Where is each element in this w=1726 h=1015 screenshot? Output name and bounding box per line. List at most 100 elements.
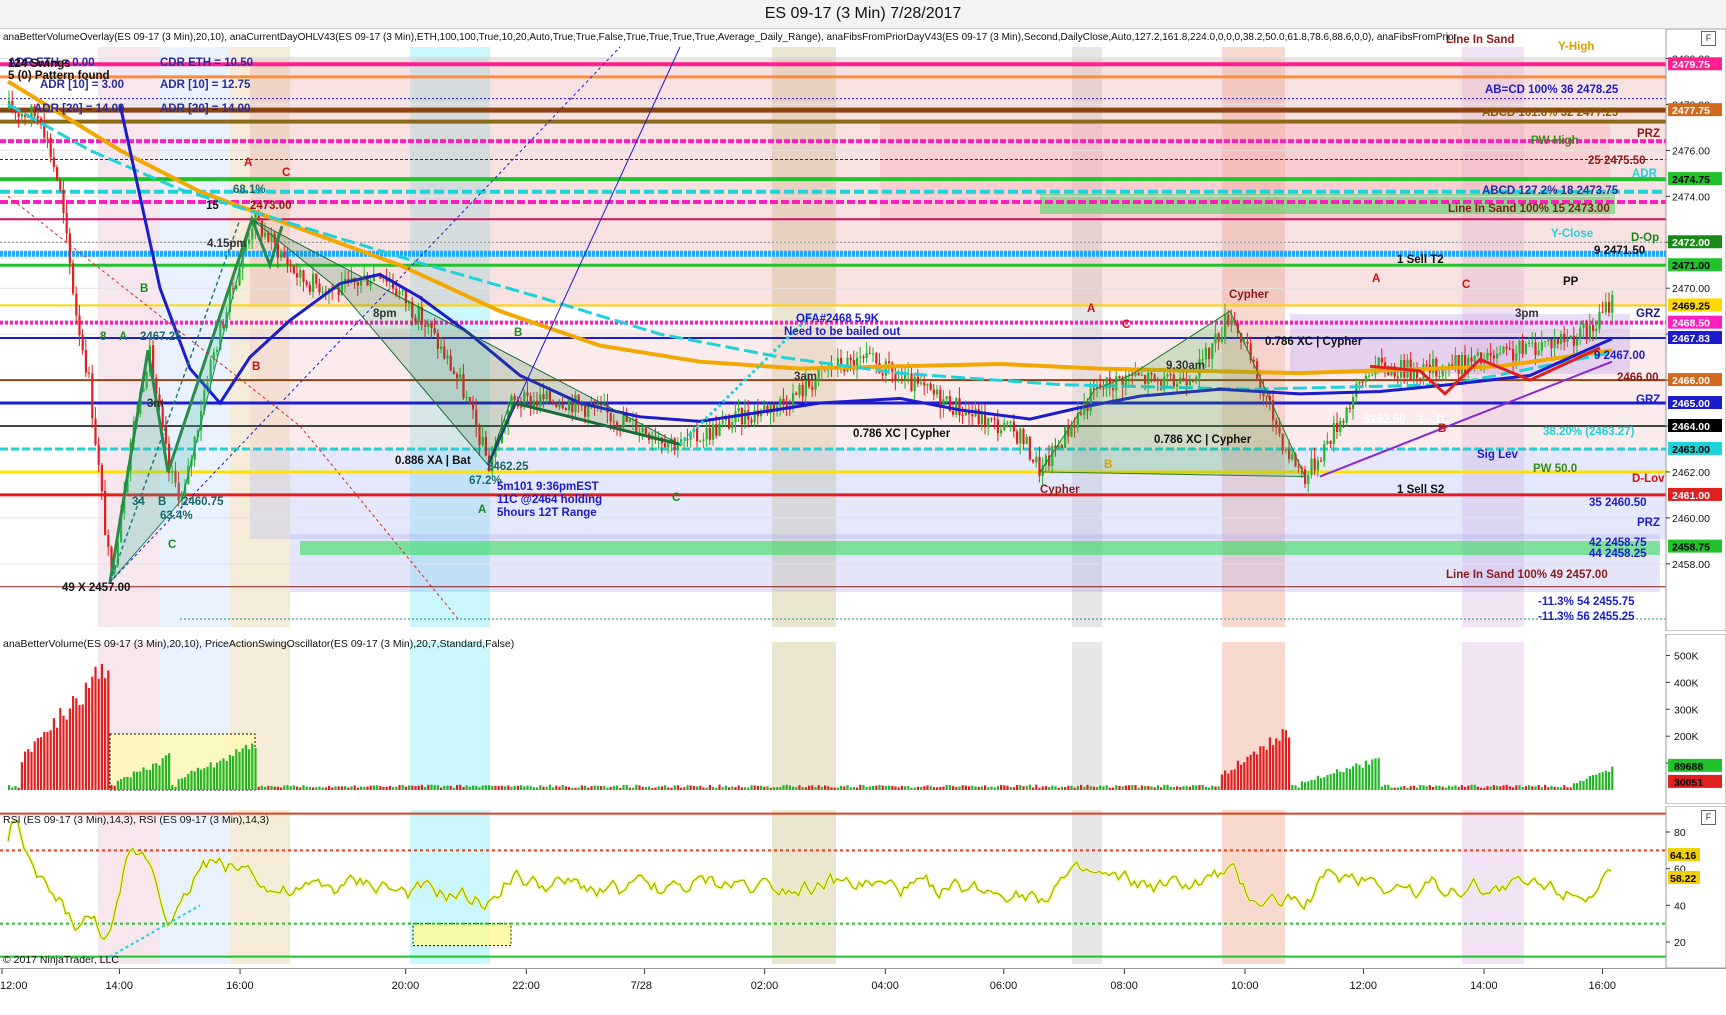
zone-rect <box>300 541 1660 555</box>
volume-bar <box>776 787 779 790</box>
candle-body <box>1368 375 1371 377</box>
volume-bar <box>289 786 292 790</box>
candle-body <box>932 389 935 395</box>
rsi-chart[interactable]: 2040608064.1658.22 <box>0 806 1726 968</box>
volume-bar <box>491 785 494 790</box>
volume-chart[interactable]: 100K200K300K400K500K8968830051 <box>0 634 1726 804</box>
volume-bar <box>488 785 491 790</box>
volume-bar <box>1422 785 1425 790</box>
volume-bar <box>1579 780 1582 790</box>
volume-bar <box>1140 785 1143 790</box>
candle-body <box>1307 474 1310 484</box>
volume-bar <box>110 784 113 790</box>
volume-bar <box>913 787 916 790</box>
volume-bar <box>555 785 558 790</box>
rsi-panel[interactable]: 20 40 60 80 64.16 58.22 RSI (ES 09-17 (3 Min)… <box>0 806 1726 968</box>
volume-bar <box>859 784 862 790</box>
volume-bar <box>532 787 535 790</box>
volume-bar <box>680 787 683 790</box>
volume-bar <box>481 785 484 790</box>
volume-bar <box>158 765 161 790</box>
time-axis-label: 22:00 <box>512 980 540 992</box>
volume-bar <box>1352 766 1355 790</box>
volume-bar <box>1550 785 1553 790</box>
candle-body <box>1585 323 1588 340</box>
chart-annotation: ADR [20] = 14.00 <box>160 103 250 115</box>
price-panel[interactable]: ADR ETH = 0.00 CDR ETH = 10.50 ADR [10] = … <box>0 29 1726 631</box>
volume-bar <box>894 786 897 790</box>
volume-bar <box>120 779 123 790</box>
volume-bar <box>1534 786 1537 790</box>
volume-bar <box>606 787 609 790</box>
rsi-badge-label: 64.16 <box>1670 850 1696 862</box>
price-badge-label: 2463.00 <box>1672 444 1710 456</box>
volume-bar <box>1000 784 1003 790</box>
candle-body <box>1419 378 1422 380</box>
candle-body <box>737 407 740 412</box>
chart-annotation: 49 X 2457.00 <box>62 582 130 594</box>
price-badge-label: 2465.00 <box>1672 398 1710 410</box>
volume-bar <box>964 785 967 790</box>
price-format-button[interactable]: F <box>1701 31 1716 46</box>
volume-bar <box>456 784 459 790</box>
candle-body <box>750 419 753 423</box>
volume-bar <box>1508 786 1511 790</box>
volume-bar <box>36 738 39 790</box>
rsi-axis-label: 80 <box>1674 827 1686 839</box>
volume-bar <box>708 784 711 790</box>
candle-body <box>1371 374 1374 376</box>
volume-bar <box>1560 787 1563 790</box>
candle-body <box>913 376 916 392</box>
volume-bar <box>155 763 158 790</box>
volume-bar <box>1403 786 1406 790</box>
chart-annotation: C <box>672 492 680 504</box>
volume-bar <box>1339 771 1342 790</box>
chart-annotation: 34 <box>132 496 145 508</box>
volume-bar <box>801 787 804 790</box>
volume-bar <box>808 785 811 790</box>
candle-body <box>1310 458 1313 475</box>
volume-bar <box>641 786 644 790</box>
candle-body <box>1352 396 1355 409</box>
volume-bar <box>670 787 673 790</box>
candle-body <box>1524 343 1527 354</box>
candle-body <box>1611 294 1614 313</box>
volume-bar <box>1137 787 1140 790</box>
chart-annotation: PW 50.0 <box>1533 463 1577 475</box>
volume-bar <box>286 785 289 790</box>
candle-body <box>20 113 23 117</box>
volume-bar <box>961 785 964 790</box>
volume-bar <box>1374 758 1377 790</box>
price-chart[interactable]: ADR ETH = 0.00 CDR ETH = 10.50ADR [10] = … <box>0 29 1726 631</box>
volume-bar <box>1118 785 1121 790</box>
volume-bar <box>1396 787 1399 790</box>
candle-body <box>1329 441 1332 444</box>
volume-bar <box>260 785 263 790</box>
chart-annotation: A <box>119 331 127 343</box>
chart-annotation: A <box>244 157 252 169</box>
volume-bar <box>744 787 747 790</box>
volume-bar <box>737 785 740 790</box>
time-axis[interactable]: 12:00 14:00 16:00 20:00 22:00 7/28 02:00 04:00 0… <box>0 968 1726 1015</box>
volume-bar <box>1387 784 1390 790</box>
volume-bar <box>1112 787 1115 790</box>
candle-body <box>1336 422 1339 433</box>
time-axis-label: 10:00 <box>1231 980 1259 992</box>
volume-panel[interactable]: 100K200K300K400K500K8968830051 anaBetter… <box>0 634 1726 804</box>
volume-bar <box>1252 751 1255 790</box>
rsi-format-button[interactable]: F <box>1701 810 1716 825</box>
volume-bar <box>206 766 209 790</box>
candle-body <box>715 424 718 436</box>
volume-bar <box>1182 786 1185 790</box>
volume-bar <box>1134 784 1137 790</box>
price-axis-label: 2458.00 <box>1672 559 1710 571</box>
candle-body <box>14 111 17 114</box>
volume-bar <box>1521 786 1524 790</box>
time-axis-label: 7/28 <box>631 980 652 992</box>
volume-bar <box>705 787 708 790</box>
volume-bar <box>299 787 302 790</box>
volume-bar <box>1553 786 1556 790</box>
volume-bar <box>174 786 177 790</box>
chart-annotation: 15 <box>206 200 219 212</box>
price-indicator-label: anaBetterVolumeOverlay(ES 09-17 (3 Min),… <box>3 32 1457 43</box>
